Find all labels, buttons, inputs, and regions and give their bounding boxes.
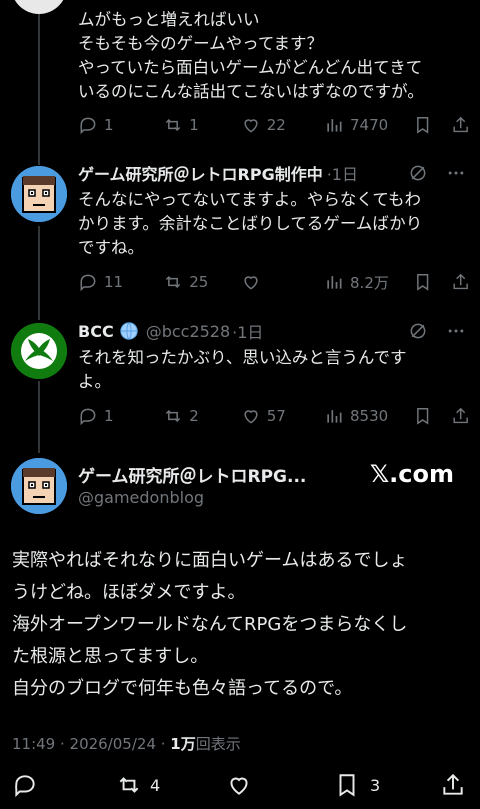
x-watermark: 𝕏.com	[369, 460, 454, 488]
like-button[interactable]: 22	[241, 115, 324, 135]
reply-icon	[80, 117, 96, 135]
share-icon[interactable]	[451, 115, 470, 135]
like-button[interactable]	[241, 272, 324, 292]
retweet-icon	[166, 118, 181, 132]
views-count: 1万	[170, 735, 196, 753]
views-label: 回表示	[195, 735, 241, 753]
reply-icon	[80, 274, 96, 292]
tweet-header: BCC @bcc2528 ·1日	[78, 318, 470, 344]
tweet-actions: 11 25 8.2万	[78, 269, 470, 295]
tweet-header: ゲーム研究所＠レトロRPG制作中 ·1日	[78, 160, 470, 186]
avatar[interactable]	[11, 166, 67, 222]
view-count: 7470	[350, 116, 389, 134]
heart-icon	[244, 119, 258, 133]
retweet-icon	[166, 409, 181, 423]
retweet-count: 1	[189, 116, 199, 134]
bookmark-icon[interactable]	[413, 115, 432, 135]
display-name[interactable]: BCC	[78, 322, 114, 341]
view-count: 8530	[350, 407, 389, 425]
bookmark-count: 3	[370, 775, 381, 795]
share-icon[interactable]	[451, 272, 470, 292]
share-icon[interactable]	[440, 772, 466, 798]
reply-button[interactable]: 11	[78, 272, 163, 292]
views-button[interactable]: 8.2万	[324, 272, 409, 293]
retweet-count: 2	[189, 407, 199, 425]
reply-icon	[80, 408, 96, 426]
heart-icon	[244, 276, 258, 290]
thread-line	[38, 0, 40, 165]
like-count: 22	[266, 116, 286, 134]
heart-icon	[244, 410, 258, 424]
retweet-button[interactable]: 25	[163, 272, 240, 292]
globe-icon	[119, 322, 138, 340]
thread-line	[38, 381, 40, 453]
share-icon[interactable]	[451, 406, 470, 426]
handle[interactable]: @gamedonblog	[78, 488, 204, 507]
tweet-time[interactable]: ·1日	[232, 319, 263, 343]
bookmark-icon[interactable]	[413, 406, 432, 426]
reply-count: 11	[104, 273, 124, 291]
bookmark-button[interactable]: 3	[334, 772, 380, 798]
retweet-button[interactable]: 2	[163, 406, 240, 426]
retweet-count: 25	[189, 273, 209, 291]
retweet-button[interactable]: 4	[116, 772, 160, 798]
analytics-icon	[327, 410, 342, 423]
tweet-actions: 1 1 22 7470	[78, 112, 470, 138]
timestamp-text[interactable]: 11:49 · 2026/05/24 ·	[12, 735, 170, 753]
tweet-text: そんなにやってないてますよ。やらなくてもわ かります。余計なことばりしてるゲーム…	[78, 190, 423, 257]
display-name[interactable]: ゲーム研究所＠レトロRPG...	[78, 462, 306, 487]
reply-count: 1	[104, 116, 114, 134]
more-icon[interactable]	[446, 163, 466, 183]
grok-icon[interactable]	[408, 321, 428, 341]
more-icon[interactable]	[446, 321, 466, 341]
avatar[interactable]	[11, 0, 67, 14]
reply-icon[interactable]	[12, 772, 38, 798]
main-actions: 4 3	[0, 768, 480, 802]
display-name[interactable]: ゲーム研究所＠レトロRPG制作中	[78, 161, 323, 185]
views-button[interactable]: 8530	[324, 406, 409, 426]
like-button[interactable]: 57	[241, 406, 324, 426]
pixel-face-avatar	[11, 458, 67, 514]
tweet-text: ムがもっと増えればいい そもそも今のゲームやってます？ やっていたら面白いゲーム…	[78, 10, 424, 101]
analytics-icon	[327, 119, 342, 132]
reply-button[interactable]: 1	[78, 115, 163, 135]
tweet-timestamp: 11:49 · 2026/05/24 · 1万回表示	[12, 733, 241, 754]
reply-button[interactable]: 1	[78, 406, 163, 426]
reply-count: 1	[104, 407, 114, 425]
xbox-logo-icon	[11, 323, 67, 379]
tweet-text: それを知ったかぶり、思い込みと言うんです よ。	[78, 348, 407, 391]
view-count: 8.2万	[350, 273, 389, 292]
avatar[interactable]	[11, 458, 67, 514]
handle[interactable]: @bcc2528	[146, 322, 230, 341]
bookmark-icon	[339, 774, 355, 797]
tweet-actions: 1 2 57 8530	[78, 403, 470, 429]
grok-icon[interactable]	[408, 163, 428, 183]
tweet-time[interactable]: ·1日	[327, 161, 358, 185]
like-count: 57	[266, 407, 286, 425]
retweet-icon	[166, 275, 181, 289]
tweet-text: 実際やればそれなりに面白いゲームはあるでしょ うけどね。ほぼダメですよ。 海外オ…	[12, 550, 408, 699]
pixel-face-avatar	[11, 166, 67, 222]
retweet-button[interactable]: 1	[163, 115, 240, 135]
avatar[interactable]	[11, 323, 67, 379]
retweet-icon	[119, 777, 139, 793]
thread-line	[38, 226, 40, 320]
heart-icon[interactable]	[226, 772, 252, 798]
bookmark-icon[interactable]	[413, 272, 432, 292]
retweet-count: 4	[150, 775, 161, 795]
views-button[interactable]: 7470	[324, 115, 409, 135]
analytics-icon	[327, 276, 342, 289]
